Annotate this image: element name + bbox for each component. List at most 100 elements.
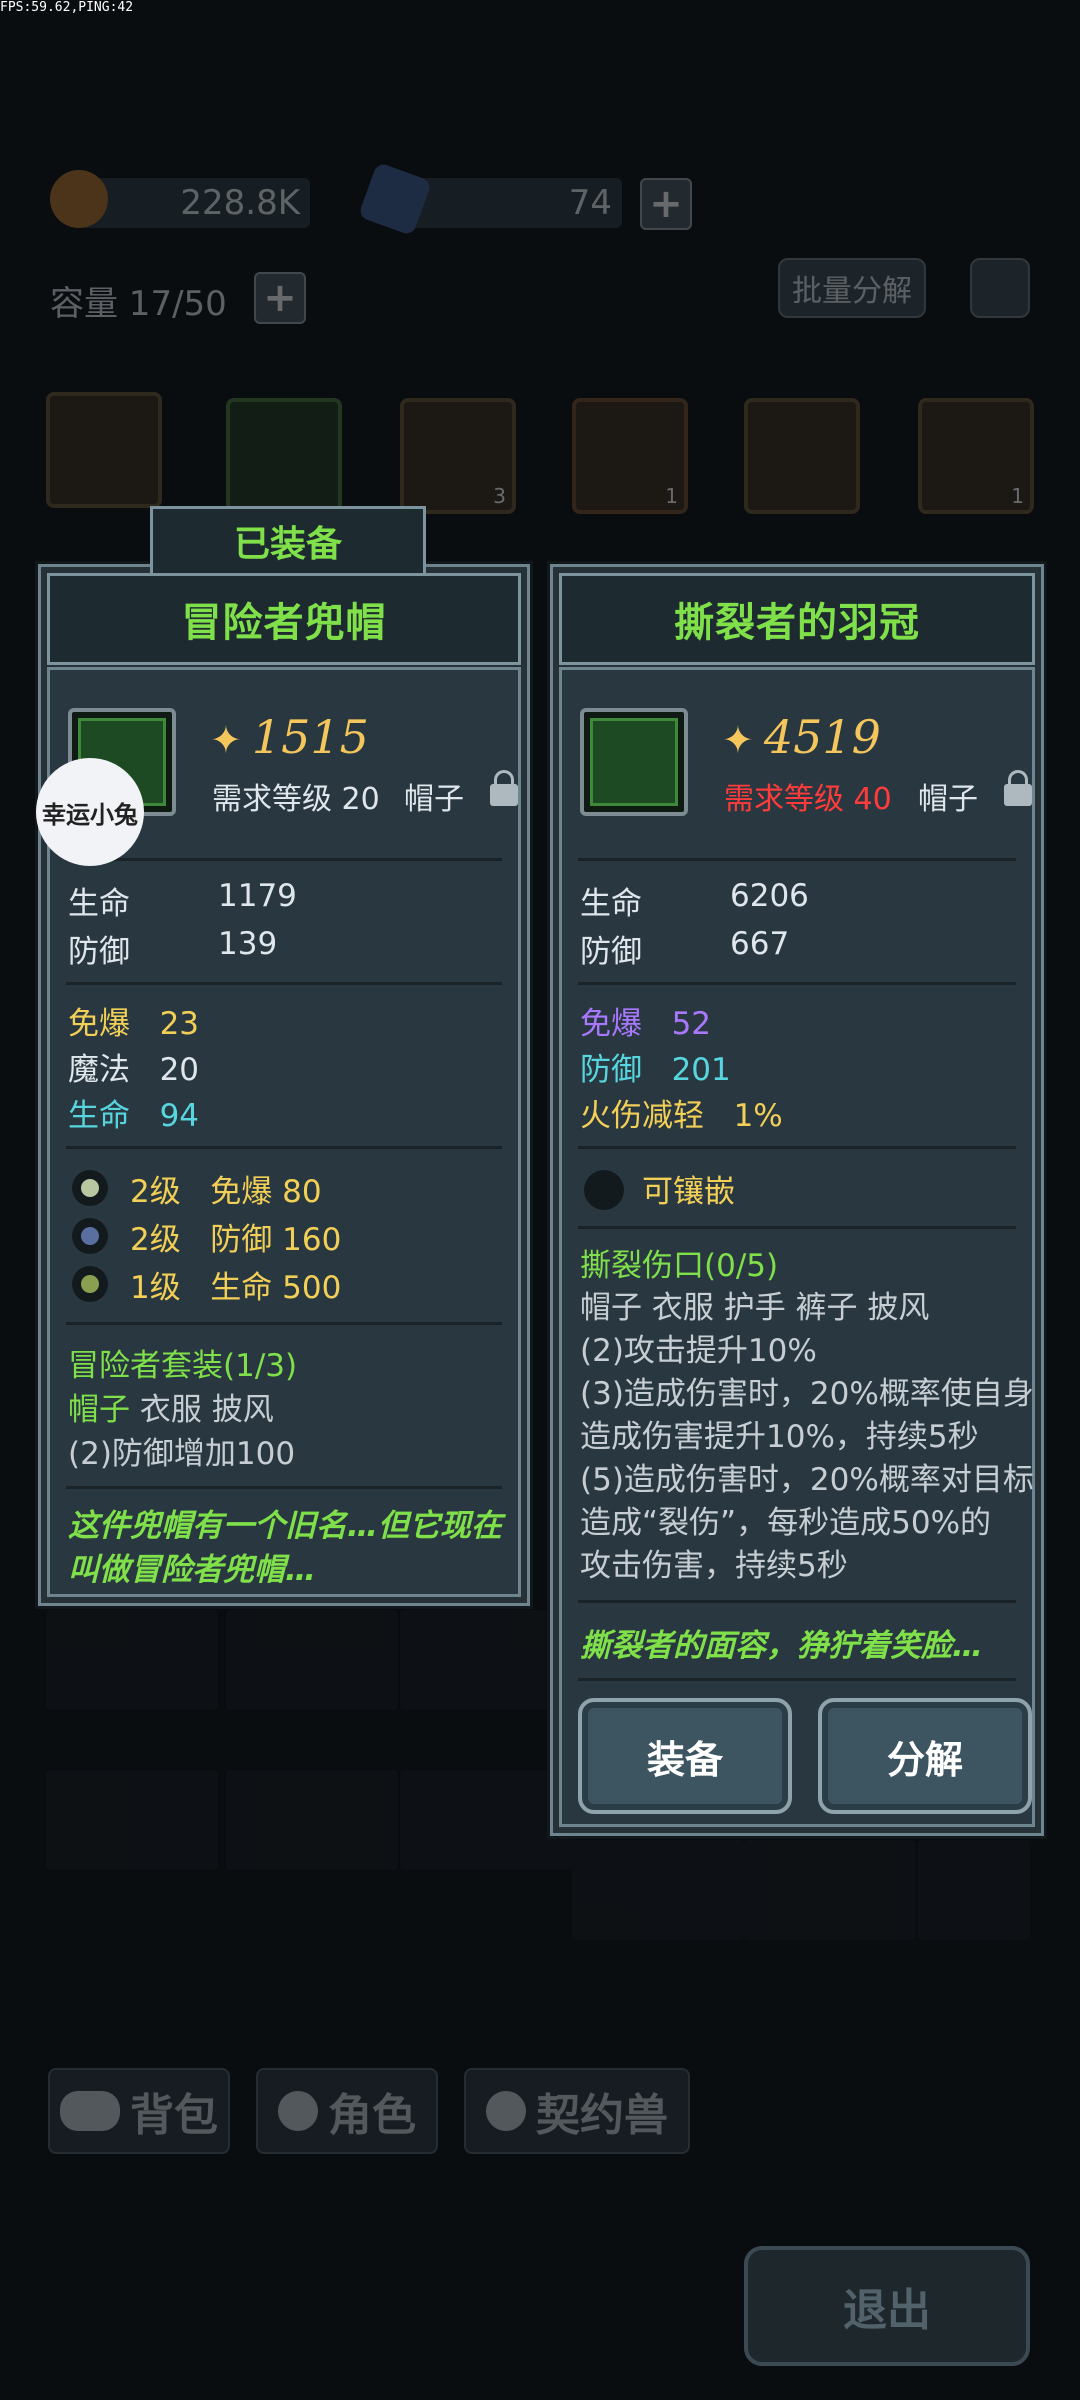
- set-bonus: 造成伤害提升10%，持续5秒: [580, 1419, 979, 1455]
- gold-amount: 228.8K: [180, 183, 300, 223]
- grid-view-icon[interactable]: [970, 258, 1030, 318]
- panel-header: 冒险者兜帽: [47, 573, 521, 665]
- item-icon: [580, 708, 688, 816]
- empty-socket-icon: [584, 1170, 624, 1210]
- base-stat-row: 生命: [68, 886, 130, 922]
- add-crystal-button[interactable]: +: [640, 178, 692, 230]
- panel-header: 撕裂者的羽冠: [559, 573, 1035, 665]
- item-slot-type: 帽子: [404, 782, 464, 817]
- inventory-cell[interactable]: [46, 1610, 218, 1710]
- divider: [66, 858, 502, 861]
- item-slot[interactable]: [46, 392, 162, 508]
- flavor-text: 撕裂者的面容，狰狞着笑脸…: [580, 1628, 983, 1664]
- panel-body: ✦ 4519 需求等级 40 帽子 生命 6206 防御 667 免爆 52 防御…: [559, 667, 1035, 1827]
- extra-stat-row: 火伤减轻 1%: [580, 1098, 783, 1134]
- gem-row: 2级 防御 160: [130, 1222, 342, 1258]
- base-stat-value: 139: [218, 926, 278, 962]
- base-stat-row: 防御: [580, 934, 642, 970]
- extra-stat-row: 免爆 23: [68, 1006, 200, 1042]
- character-icon: [278, 2091, 318, 2131]
- divider: [578, 982, 1016, 985]
- flavor-text: 这件兜帽有一个旧名…但它现在: [68, 1508, 502, 1544]
- set-bonus: (2)攻击提升10%: [580, 1333, 817, 1369]
- crystal-amount: 74: [568, 183, 612, 223]
- item-name: 撕裂者的羽冠: [674, 600, 920, 646]
- gem-icon: [72, 1218, 108, 1254]
- power-score: ✦ 1515: [210, 710, 369, 764]
- gem-row: 1级 生命 500: [130, 1270, 342, 1306]
- new-item-panel: 撕裂者的羽冠 ✦ 4519 需求等级 40 帽子 生命 6206 防御 667 免…: [550, 564, 1044, 1836]
- tab-character[interactable]: 角色: [256, 2068, 438, 2154]
- batch-decompose-button[interactable]: 批量分解: [778, 258, 926, 318]
- base-stat-value: 667: [730, 926, 790, 962]
- divider: [66, 1146, 502, 1149]
- gold-coin-icon: [50, 170, 108, 228]
- lock-icon[interactable]: [490, 770, 518, 806]
- base-stat-row: 防御: [68, 934, 130, 970]
- required-level: 需求等级 20: [212, 782, 380, 817]
- gem-row: 2级 免爆 80: [130, 1174, 322, 1210]
- expand-capacity-button[interactable]: +: [254, 272, 306, 324]
- exit-button[interactable]: 退出: [744, 2246, 1030, 2366]
- divider: [578, 1600, 1016, 1603]
- extra-stat-row: 免爆 52: [580, 1006, 712, 1042]
- divider: [66, 982, 502, 985]
- power-icon: ✦: [210, 718, 242, 762]
- item-slot[interactable]: 3: [400, 398, 516, 514]
- tab-pet[interactable]: 契约兽: [464, 2068, 690, 2154]
- decompose-button[interactable]: 分解: [818, 1698, 1032, 1814]
- set-bonus: 攻击伤害，持续5秒: [580, 1548, 848, 1584]
- divider: [66, 1486, 502, 1489]
- base-stat-row: 生命: [580, 886, 642, 922]
- base-stat-value: 1179: [218, 878, 297, 914]
- inventory-cell[interactable]: [400, 1770, 572, 1870]
- inventory-cell[interactable]: [572, 1840, 744, 1940]
- feather-crown-icon: [590, 718, 678, 806]
- equipped-tag: 已装备: [150, 506, 426, 576]
- inventory-cell[interactable]: [46, 1770, 218, 1870]
- item-slot-type: 帽子: [918, 782, 978, 817]
- item-slot[interactable]: 1: [918, 398, 1034, 514]
- equipped-item-panel: 冒险者兜帽 ✦ 1515 需求等级 20 帽子 生命 1179 防御 139 免爆…: [38, 564, 530, 1606]
- required-level: 需求等级 40: [724, 782, 892, 817]
- divider: [578, 1146, 1016, 1149]
- inventory-cell[interactable]: [226, 1610, 398, 1710]
- lock-icon[interactable]: [1004, 770, 1032, 806]
- inventory-cell[interactable]: [918, 1840, 1030, 1940]
- divider: [578, 1678, 1016, 1681]
- set-name: 冒险者套装(1/3): [68, 1348, 298, 1384]
- item-slot[interactable]: [226, 398, 342, 514]
- equip-button[interactable]: 装备: [578, 1698, 792, 1814]
- paw-icon: [486, 2091, 526, 2131]
- set-bonus: 造成“裂伤”，每秒造成50%的: [580, 1505, 992, 1541]
- extra-stat-row: 生命 94: [68, 1098, 200, 1134]
- power-icon: ✦: [722, 718, 754, 762]
- item-name: 冒险者兜帽: [181, 600, 387, 646]
- set-bonus: (3)造成伤害时，20%概率使自身: [580, 1376, 1034, 1412]
- gem-icon: [72, 1266, 108, 1302]
- inventory-cell[interactable]: [744, 1840, 916, 1940]
- item-slot[interactable]: 1: [572, 398, 688, 514]
- set-bonus: (2)防御增加100: [68, 1436, 296, 1472]
- divider: [578, 1226, 1016, 1229]
- backpack-icon: [60, 2091, 120, 2131]
- divider: [66, 1322, 502, 1325]
- extra-stat-row: 防御 201: [580, 1052, 731, 1088]
- inventory-cell[interactable]: [226, 1770, 398, 1870]
- divider: [578, 858, 1016, 861]
- socket-label: 可镶嵌: [642, 1174, 735, 1210]
- extra-stat-row: 魔法 20: [68, 1052, 200, 1088]
- base-stat-value: 6206: [730, 878, 809, 914]
- item-slot[interactable]: [744, 398, 860, 514]
- set-parts: 帽子 衣服 护手 裤子 披风: [580, 1290, 930, 1326]
- set-name: 撕裂伤口(0/5): [580, 1248, 779, 1284]
- flavor-text: 叫做冒险者兜帽…: [68, 1552, 316, 1588]
- capacity-label: 容量 17/50: [50, 284, 227, 324]
- gem-icon: [72, 1170, 108, 1206]
- inventory-cell[interactable]: [400, 1610, 572, 1710]
- set-bonus: (5)造成伤害时，20%概率对目标: [580, 1462, 1034, 1498]
- set-parts: 帽子 衣服 披风: [68, 1392, 274, 1428]
- tab-backpack[interactable]: 背包: [48, 2068, 230, 2154]
- power-score: ✦ 4519: [722, 710, 881, 764]
- watermark-logo: 幸运小兔: [36, 758, 144, 866]
